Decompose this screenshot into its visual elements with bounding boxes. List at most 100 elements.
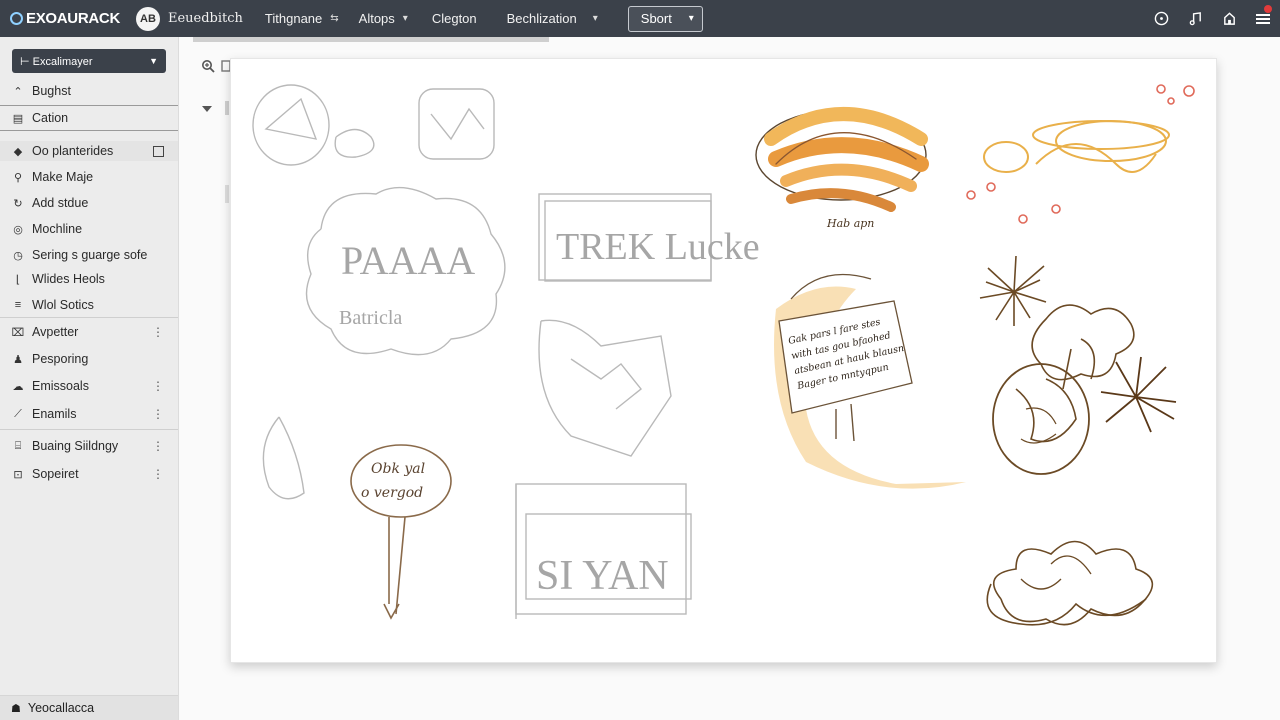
more-icon[interactable]: ⋮ [152, 467, 164, 481]
leaf-stem [1062, 348, 1072, 390]
dark-burst-rays [1100, 356, 1177, 433]
brand-name: EXOAURACK [26, 10, 120, 27]
drawing-canvas[interactable]: PAAAA Batricla TREK Lucke SI YAN Obk yal… [230, 58, 1217, 663]
pencil-sketches [252, 84, 712, 619]
box1-label: TREK Lucke [556, 226, 760, 268]
pin-line-2: o vergod [361, 485, 423, 501]
sort-dropdown[interactable]: Sbort ▾ [627, 5, 703, 32]
sidebar-item-label: Cation [32, 111, 69, 125]
chart-icon: ⟋ [14, 407, 22, 420]
dark-burst [1100, 356, 1177, 433]
cloud-sub-label: Batricla [339, 307, 402, 329]
sidebar-item-label: Enamils [32, 407, 77, 421]
divider [0, 317, 178, 318]
sidebar-item-cation[interactable]: ▤ Cation [0, 108, 178, 128]
brand[interactable]: EXOAURACK [10, 10, 120, 27]
sidebar-item-label: Avpetter [32, 325, 79, 339]
sidebar-item-label: Oo planterides [32, 144, 114, 158]
flower-sketch [992, 540, 1154, 626]
sidebar-item-label: Pesporing [32, 352, 89, 366]
loop-ellipse-large [1032, 120, 1170, 150]
flower-base [986, 583, 1147, 626]
user-icon: ☗ [11, 702, 21, 715]
dot [1183, 85, 1195, 97]
nav-menu-3-label: Clegton [431, 11, 477, 26]
brown-sketches [979, 255, 1154, 626]
sidebar-item-label: Wlol Sotics [32, 298, 94, 312]
sidebar-item-avpetter[interactable]: ⌧ Avpetter ⋮ [0, 322, 178, 342]
nav-menu-3[interactable]: Clegton [432, 0, 477, 37]
scribble-caption: Hab apn [826, 217, 874, 230]
scribble-stroke-3 [780, 163, 917, 192]
sidebar-item-wlides-heols[interactable]: ⌊ Wlides Heols [0, 269, 178, 289]
workspace-name[interactable]: Eeuedbitch [168, 0, 243, 37]
clock-icon: ◷ [13, 249, 23, 262]
starburst [979, 255, 1047, 326]
collapse-caret-icon[interactable] [201, 103, 213, 117]
sidebar-item-pesporing[interactable]: ♟ Pesporing [0, 349, 178, 369]
sidebar-item-label: Emissoals [32, 379, 89, 393]
sidebar-item-planterides[interactable]: ◆ Oo planterides [0, 141, 178, 161]
box2-label: SI YAN [536, 553, 669, 599]
sidebar-item-wlol-sotics[interactable]: ≡ Wlol Sotics [0, 295, 178, 315]
more-icon[interactable]: ⋮ [152, 407, 164, 421]
target-icon: ◎ [13, 223, 23, 236]
list-icon: ▤ [12, 112, 24, 125]
sidebar: ⊢ Excalimayer ▼ ⌃ Bughst ▤ Cation ◆ Oo p… [0, 37, 179, 720]
top-icons [1144, 0, 1280, 37]
sidebar-item-sopeiret[interactable]: ⊡ Sopeiret ⋮ [0, 464, 178, 484]
box-icon: ⊡ [13, 468, 23, 481]
note-post-right [850, 403, 855, 442]
dots [966, 84, 1195, 224]
sidebar-footer-label: Yeocallacca [27, 701, 95, 715]
nav-menu-4[interactable]: Bechlization ▾ [507, 0, 598, 37]
sidebar-item-buaing-siildngy[interactable]: ⌸ Buaing Siildngy ⋮ [0, 436, 178, 456]
pin-line-1: Obk yal [371, 461, 425, 477]
sidebar-item-sering[interactable]: ◷ Sering s guarge sofe [0, 245, 178, 265]
breadcrumb [193, 37, 549, 42]
sidebar-item-label: Wlides Heols [32, 272, 105, 286]
chevron-down-icon: ▾ [402, 13, 408, 24]
more-icon[interactable]: ⋮ [152, 379, 164, 393]
more-icon[interactable]: ⋮ [152, 325, 164, 339]
corner-icon: ⌊ [15, 273, 21, 286]
divider [0, 130, 178, 131]
more-icon[interactable]: ⋮ [152, 439, 164, 453]
grid-icon[interactable] [153, 145, 164, 157]
sketch-circle [252, 84, 330, 166]
sidebar-item-add-stdue[interactable]: ↻ Add stdue [0, 193, 178, 213]
sidebar-item-label: Mochline [32, 222, 83, 236]
dot [1051, 204, 1061, 214]
sidebar-footer[interactable]: ☗ Yeocallacca [0, 695, 178, 720]
sketch-bubble [334, 128, 375, 158]
sidebar-item-label: Buaing Siildngy [32, 439, 119, 453]
tool-icon: ⌧ [11, 326, 25, 339]
sidebar-item-enamils[interactable]: ⟋ Enamils ⋮ [0, 404, 178, 424]
sidebar-item-label: Add stdue [32, 196, 89, 210]
nav-menu-1[interactable]: Tithgnane ⇆ [265, 0, 339, 37]
nav-menu-2[interactable]: Altops ▾ [359, 0, 408, 37]
home-icon[interactable] [1212, 0, 1246, 37]
sidebar-select[interactable]: ⊢ Excalimayer ▼ [12, 49, 166, 73]
chevron-down-icon: ▾ [592, 13, 598, 24]
sidebar-item-make-maje[interactable]: ⚲ Make Maje [0, 167, 178, 187]
clock-icon[interactable] [1144, 0, 1178, 37]
sidebar-item-bughst[interactable]: ⌃ Bughst [0, 81, 178, 101]
layer-marker [225, 101, 229, 115]
music-icon[interactable] [1178, 0, 1212, 37]
sketch-shape [538, 319, 672, 457]
lines-icon: ≡ [14, 299, 22, 311]
sidebar-item-mochline[interactable]: ◎ Mochline [0, 219, 178, 239]
nut-veins [1020, 407, 1057, 444]
person-icon: ♟ [13, 353, 23, 366]
sidebar-item-label: Sopeiret [32, 467, 79, 481]
menu-icon[interactable] [1246, 0, 1280, 37]
building-icon: ⌸ [14, 439, 22, 452]
cloud-label: PAAAA [341, 238, 475, 283]
cloud-icon: ☁ [12, 380, 24, 393]
workspace-logo[interactable]: AB [135, 6, 160, 31]
zoom-icon[interactable] [201, 59, 215, 76]
nav-menu-4-label: Bechlization [506, 11, 577, 26]
refresh-icon: ↻ [13, 197, 23, 210]
sidebar-item-emissoals[interactable]: ☁ Emissoals ⋮ [0, 376, 178, 396]
